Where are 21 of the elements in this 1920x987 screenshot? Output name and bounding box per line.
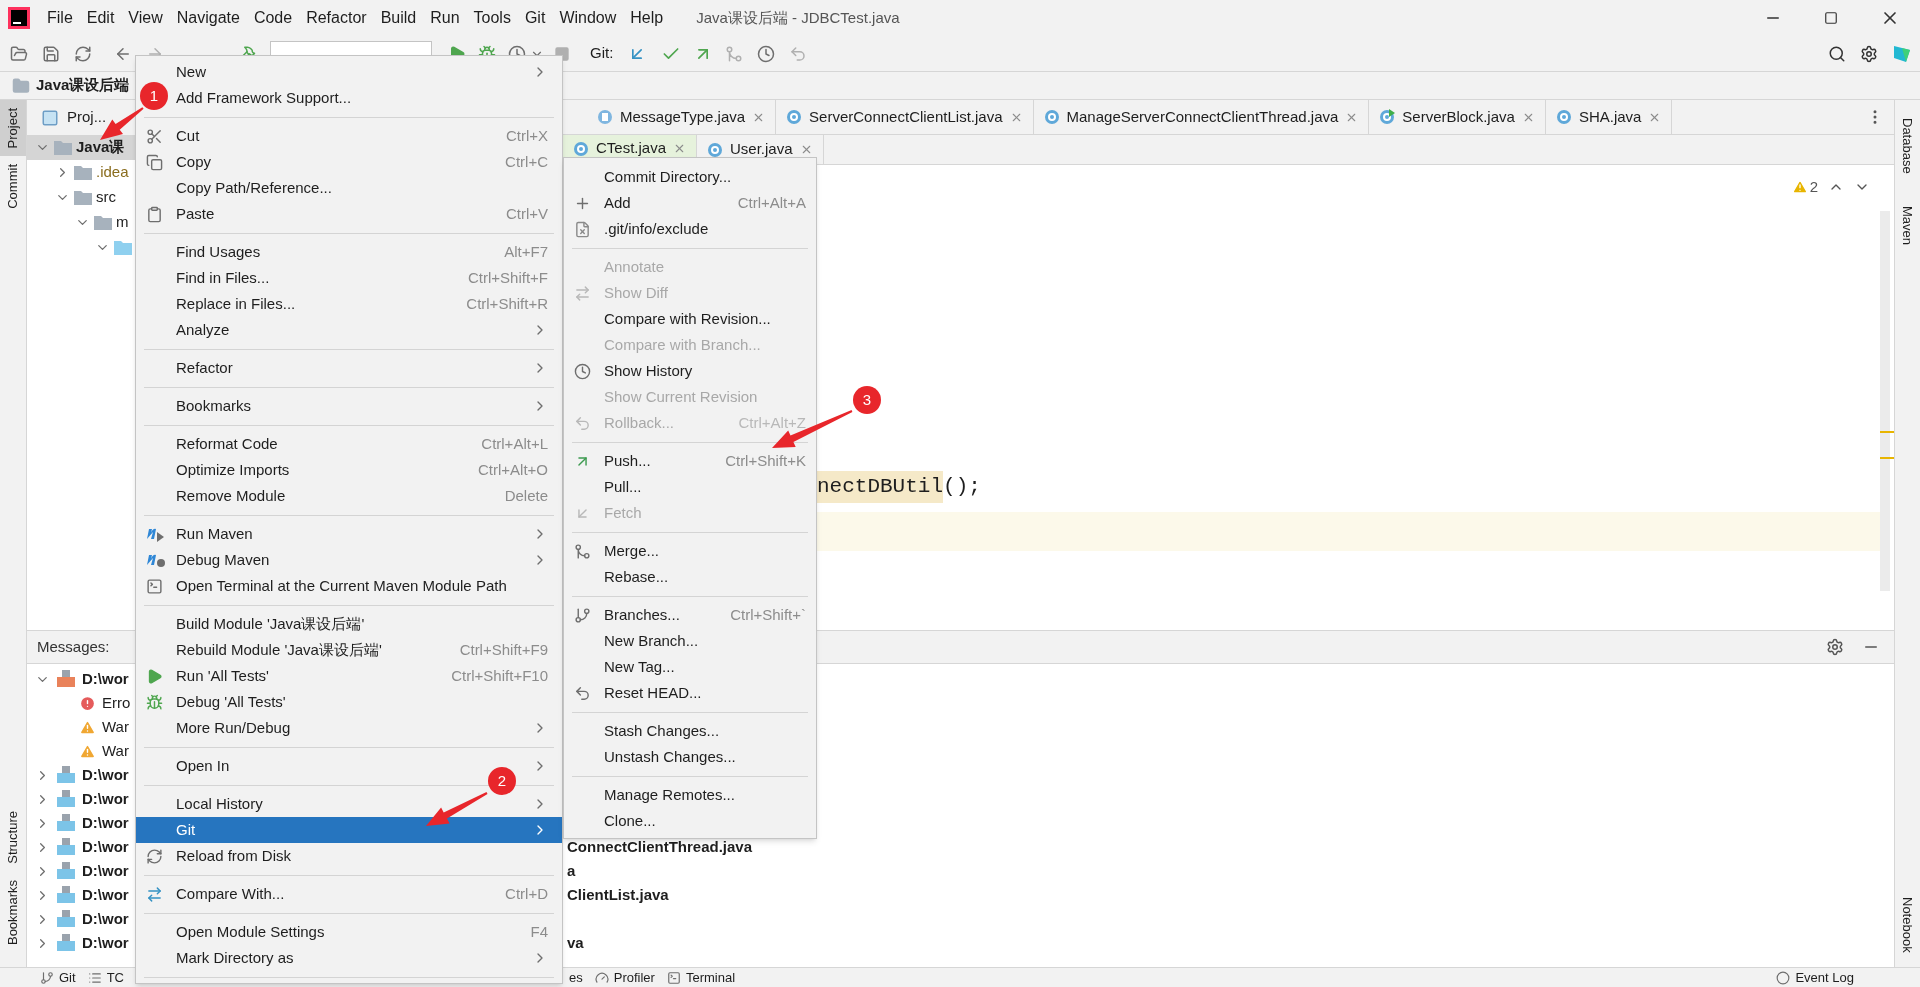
message-text: D:\wor [82,668,129,689]
message-text: D:\wor [82,836,129,857]
message-text: D:\wor [82,788,129,809]
message-text: ConnectClientThread.java [567,836,753,857]
message-text: a [567,860,576,881]
message-text: Erro [102,692,131,713]
message-text: D:\wor [82,812,129,833]
code-text: nectDBUtil [817,471,944,503]
message-text: D:\wor [82,764,129,785]
message-text: D:\wor [82,932,129,953]
message-text: va [567,932,584,953]
message-text: War [102,740,129,761]
panel-title: Messages: [37,636,110,657]
git-label: Git: [590,43,614,64]
message-text: D:\wor [82,860,129,881]
message-text: War [102,716,129,737]
window-title: Java课设后端 - JDBCTest.java [696,7,900,28]
code-text: (); [943,474,981,501]
message-text: D:\wor [82,884,129,905]
message-text: ClientList.java [567,884,669,905]
message-text: D:\wor [82,908,129,929]
